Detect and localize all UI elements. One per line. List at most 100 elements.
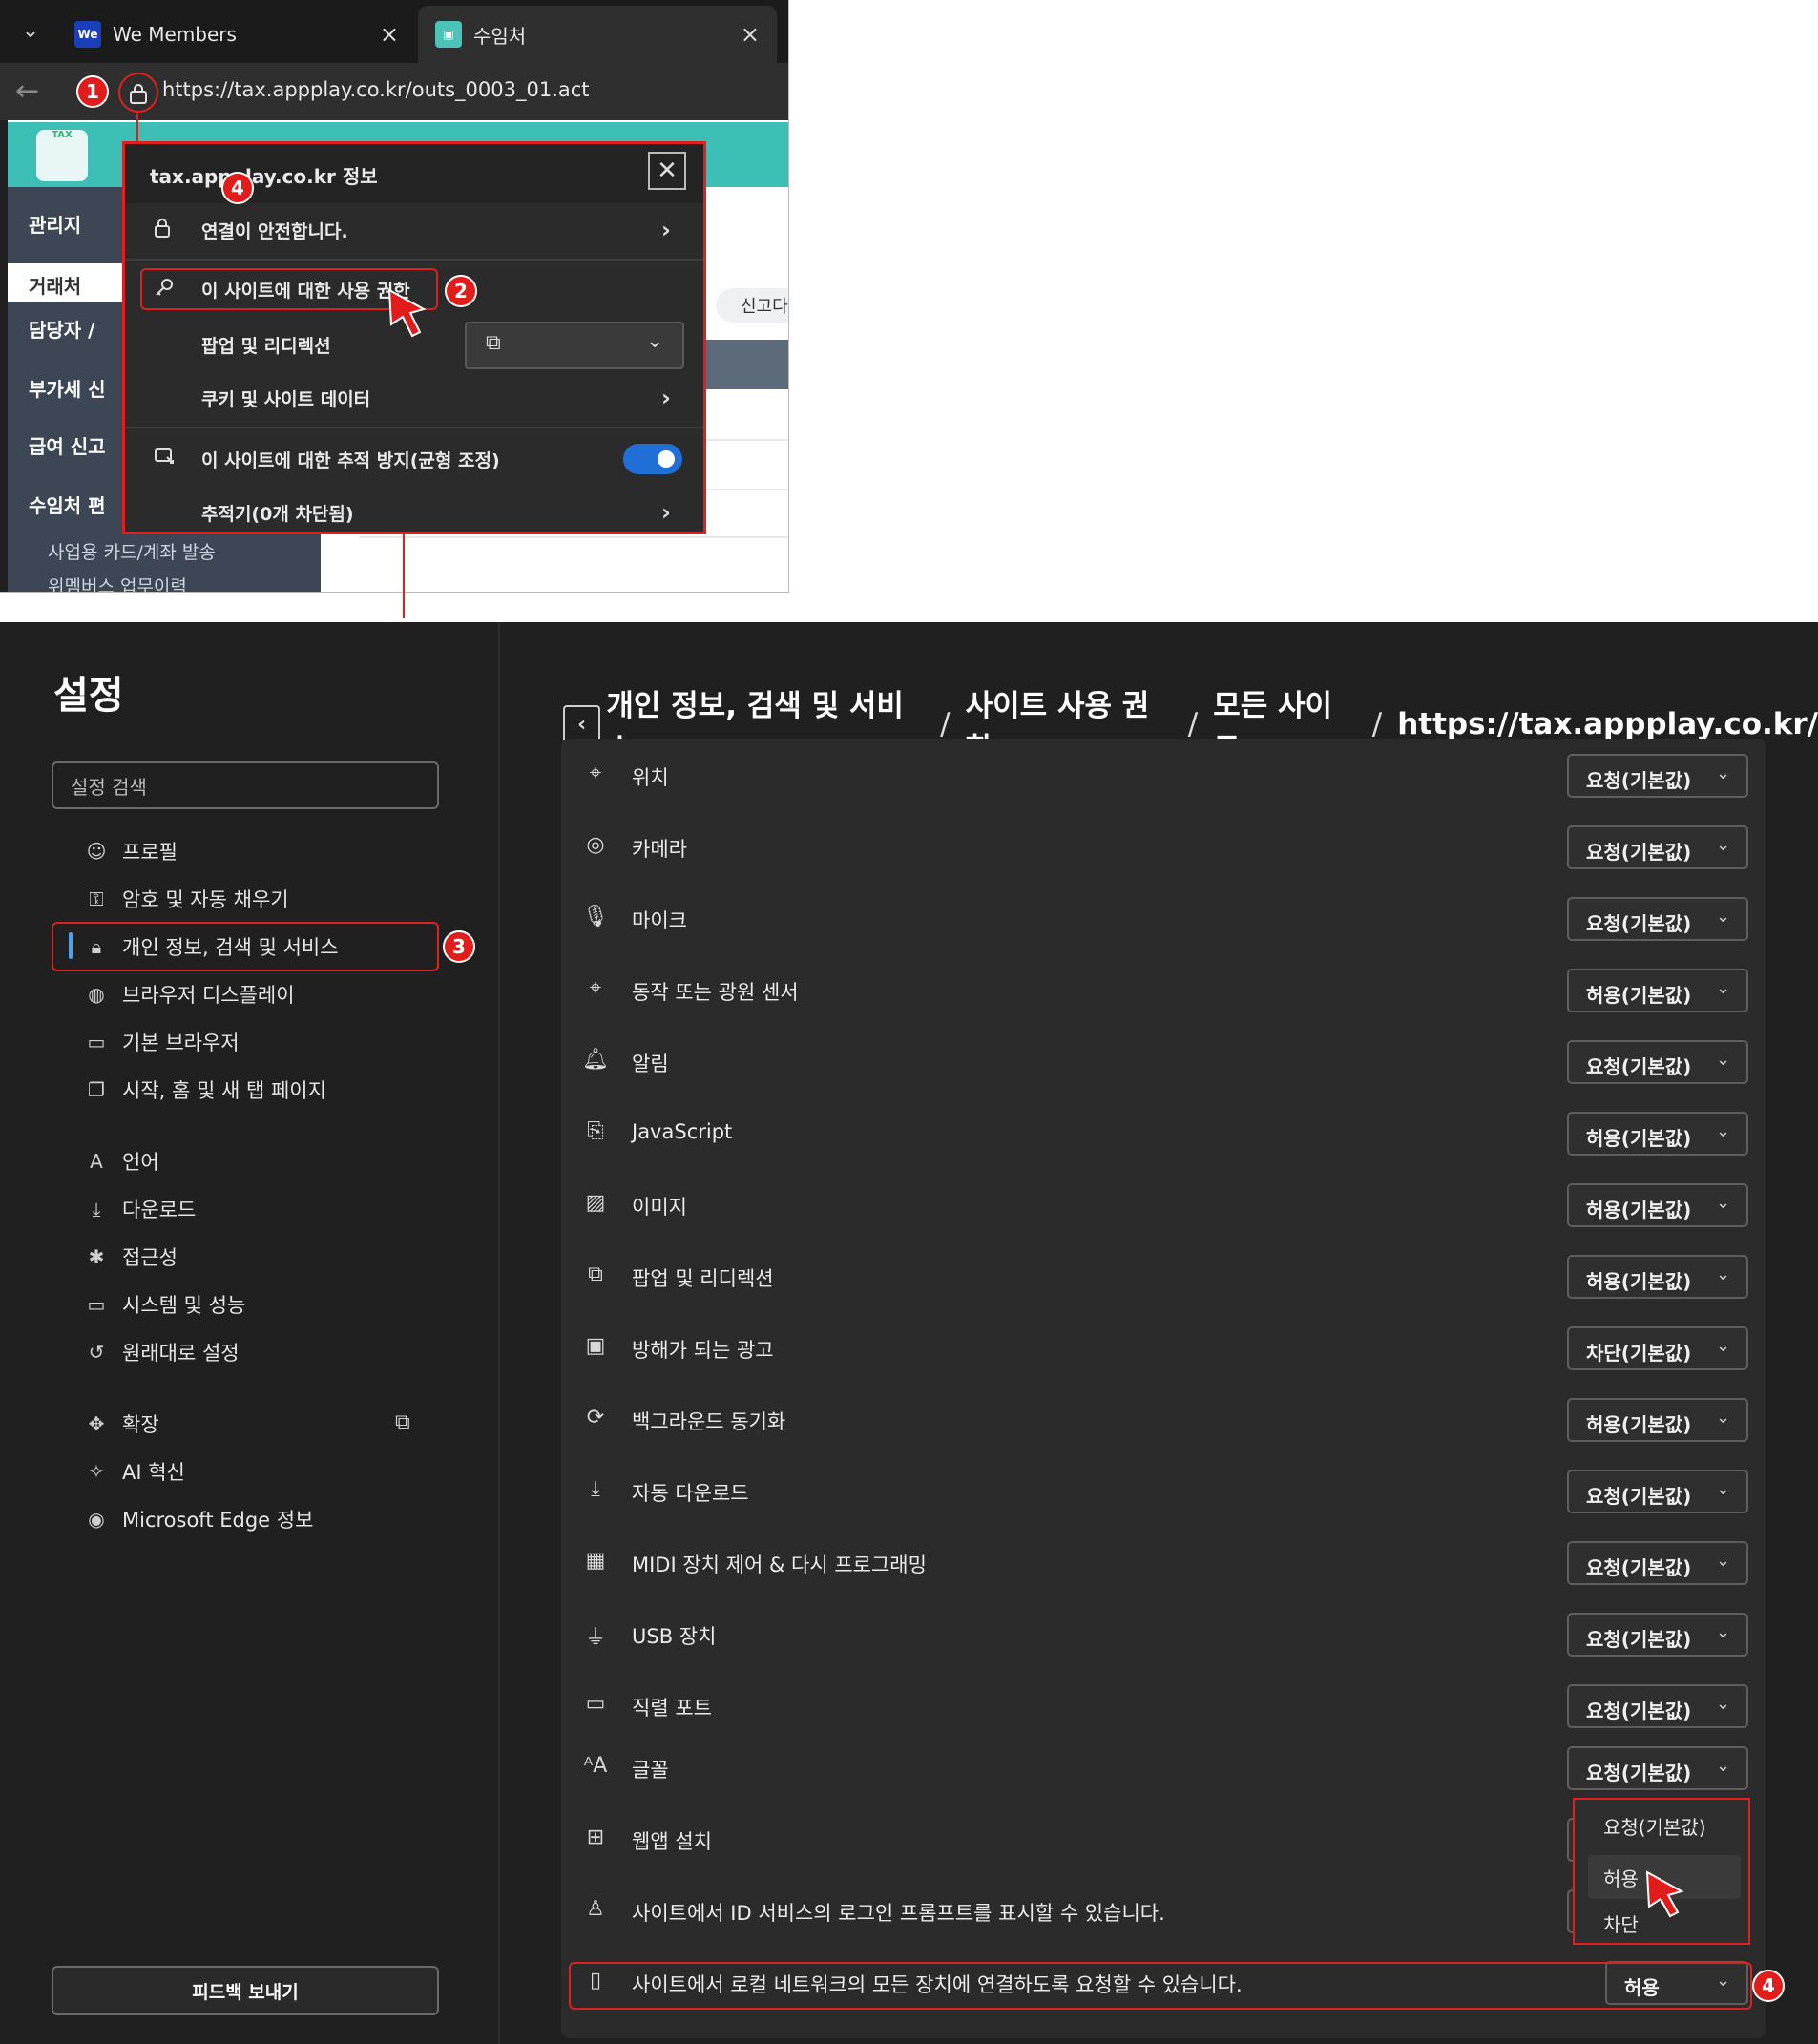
nav-item-about[interactable]: ◉ Microsoft Edge 정보 [84, 1500, 313, 1538]
nav-label: 브라우저 디스플레이 [122, 984, 295, 1007]
cookies-row[interactable]: 쿠키 및 사이트 데이터 › [125, 373, 703, 423]
connection-row[interactable]: 연결이 안전합니다. › [125, 205, 703, 255]
step-badge: 1 [76, 75, 109, 108]
nav-item-display[interactable]: ◍ 브라우저 디스플레이 [84, 975, 295, 1013]
permission-row: 🎙︎ 마이크 요청(기본값) ⌄ [561, 882, 1766, 953]
cookies-label: 쿠키 및 사이트 데이터 [201, 388, 371, 410]
trackers-row[interactable]: 추적기(0개 차단됨) › [125, 488, 703, 537]
permission-select[interactable]: 요청(기본값) ⌄ [1567, 1040, 1748, 1084]
permission-label: 알림 [632, 1053, 669, 1075]
chevron-down-icon: ⌄ [1716, 763, 1731, 783]
permission-select[interactable]: 요청(기본값) ⌄ [1567, 897, 1748, 941]
url-text[interactable]: https://tax.appplay.co.kr/outs_0003_01.a… [162, 78, 590, 101]
sidebar-subitem[interactable]: 사업용 카드/계좌 발송 [48, 538, 216, 564]
breadcrumb-sep: / [940, 707, 951, 741]
tab-we-members[interactable]: We We Members × [57, 6, 416, 63]
sidebar-item[interactable]: 관리지 [29, 210, 81, 238]
nav-label: 시작, 홈 및 새 탭 페이지 [122, 1079, 326, 1102]
nav-item-language[interactable]: A 언어 [84, 1142, 158, 1180]
midi-icon: ▦ [585, 1549, 606, 1573]
tab-close-icon[interactable]: × [380, 21, 399, 48]
permission-select[interactable]: 요청(기본값) ⌄ [1567, 1613, 1748, 1657]
permission-select[interactable]: 요청(기본값) ⌄ [1567, 1684, 1748, 1728]
tab-list-chevron-icon[interactable]: ⌄ [13, 13, 48, 48]
dropdown-option-ask[interactable]: 요청(기본값) [1575, 1804, 1748, 1847]
permission-select[interactable]: 요청(기본값) ⌄ [1567, 1541, 1748, 1585]
nav-label: 다운로드 [122, 1199, 197, 1221]
settings-search-input[interactable]: 설정 검색 [52, 761, 439, 809]
connection-label: 연결이 안전합니다. [201, 220, 348, 242]
external-link-icon: ⧉ [395, 1410, 410, 1434]
tab-close-icon[interactable]: × [741, 21, 760, 48]
popups-select[interactable]: ⧉ ⌄ [465, 322, 684, 369]
permission-value: 요청(기본값) [1586, 841, 1692, 864]
permission-row: ᴬA 글꼴 요청(기본값) ⌄ [561, 1731, 1766, 1803]
permission-row: ▦ MIDI 장치 제어 & 다시 프로그래밍 요청(기본값) ⌄ [561, 1526, 1766, 1597]
back-chevron-icon[interactable]: ‹ [563, 705, 601, 743]
permission-row: ⎘ JavaScript 허용(기본값) ⌄ [561, 1096, 1766, 1168]
permission-row: ◎ 카메라 요청(기본값) ⌄ [561, 810, 1766, 882]
nav-item-accessibility[interactable]: ✱ 접근성 [84, 1238, 178, 1276]
sidebar-subitem[interactable]: 위멤버스 업무이력 [48, 573, 187, 592]
accessibility-icon: ✱ [88, 1245, 105, 1268]
nav-label: 기본 브라우저 [122, 1032, 240, 1054]
sidebar-item[interactable]: 급여 신고 [29, 431, 106, 459]
sidebar-item[interactable]: 거래처 [29, 271, 81, 299]
back-arrow-icon[interactable]: ← [15, 74, 39, 108]
sidebar-item[interactable]: 부가세 신 [29, 374, 106, 402]
permission-select[interactable]: 허용(기본값) ⌄ [1567, 969, 1748, 1012]
report-button[interactable]: 신고다 [716, 288, 788, 323]
permission-label: 팝업 및 리디렉션 [632, 1267, 774, 1290]
sidebar-item[interactable]: 수임처 편 [29, 490, 106, 518]
person-icon: ♙ [586, 1897, 605, 1921]
lock-icon [154, 218, 171, 242]
chevron-down-icon: ⌄ [1716, 1264, 1731, 1284]
permission-select[interactable]: 요청(기본값) ⌄ [1567, 754, 1748, 798]
usb-icon: ⏚ [584, 1626, 606, 1650]
nav-item-reset[interactable]: ↺ 원래대로 설정 [84, 1333, 240, 1371]
nav-label: AI 혁신 [122, 1461, 185, 1484]
nav-item-default-browser[interactable]: ▭ 기본 브라우저 [84, 1023, 240, 1061]
permission-value: 허용(기본값) [1586, 1127, 1692, 1150]
external-link-icon: ⧉ [486, 331, 501, 355]
permission-select[interactable]: 허용(기본값) ⌄ [1567, 1398, 1748, 1442]
nav-item-newtab[interactable]: ❐ 시작, 홈 및 새 탭 페이지 [84, 1071, 326, 1109]
permission-select[interactable]: 차단(기본값) ⌄ [1567, 1326, 1748, 1370]
nav-item-passwords[interactable]: ⚿ 암호 및 자동 채우기 [84, 880, 288, 918]
cursor-arrow-icon [387, 288, 427, 338]
local-network-highlight-box [569, 1962, 1752, 2010]
permission-label: 마이크 [632, 909, 687, 932]
permission-label: 직렬 포트 [632, 1697, 712, 1720]
feedback-button[interactable]: 피드백 보내기 [52, 1966, 439, 2015]
chevron-down-icon: ⌄ [1716, 1694, 1731, 1714]
nav-item-downloads[interactable]: ⤓ 다운로드 [84, 1190, 197, 1228]
trackers-label: 추적기(0개 차단됨) [201, 503, 354, 525]
permission-select[interactable]: 허용(기본값) ⌄ [1567, 1183, 1748, 1227]
nav-label: 원래대로 설정 [122, 1342, 240, 1365]
nav-label: 확장 [122, 1413, 159, 1436]
nav-item-system[interactable]: ▭ 시스템 및 성능 [84, 1285, 246, 1324]
tracking-toggle[interactable] [623, 444, 682, 474]
nav-item-ai[interactable]: ✧ AI 혁신 [84, 1452, 185, 1491]
nav-item-extensions[interactable]: ✥ 확장 [84, 1405, 159, 1443]
permission-select[interactable]: 요청(기본값) ⌄ [1567, 825, 1748, 869]
tab-title: 수임처 [473, 24, 527, 48]
permission-select[interactable]: 요청(기본값) ⌄ [1567, 1746, 1748, 1790]
permission-label: 웹앱 설치 [632, 1830, 712, 1853]
step-badge: 4 [1752, 1970, 1785, 2002]
js-icon: ⎘ [587, 1119, 604, 1143]
popups-label: 팝업 및 리디렉션 [201, 335, 331, 357]
lock-highlight-circle [118, 73, 158, 113]
permission-row: ⟳ 백그라운드 동기화 허용(기본값) ⌄ [561, 1383, 1766, 1454]
tab-suimcheo[interactable]: ▣ 수임처 × [418, 6, 777, 63]
permission-select[interactable]: 요청(기본값) ⌄ [1567, 1470, 1748, 1513]
step-badge: 3 [443, 930, 475, 963]
sidebar-item[interactable]: 담당자 / [29, 315, 94, 343]
close-icon[interactable]: ✕ [648, 152, 686, 190]
permission-select[interactable]: 허용(기본값) ⌄ [1567, 1112, 1748, 1156]
permission-select[interactable]: 허용(기본값) ⌄ [1567, 1255, 1748, 1299]
permission-row: ⏚ USB 장치 요청(기본값) ⌄ [561, 1597, 1766, 1669]
popup-title: tax.appplay.co.kr 정보 [150, 165, 378, 188]
nav-item-profile[interactable]: ☺ 프로필 [84, 832, 178, 870]
cursor-arrow-icon [1645, 1870, 1684, 1918]
